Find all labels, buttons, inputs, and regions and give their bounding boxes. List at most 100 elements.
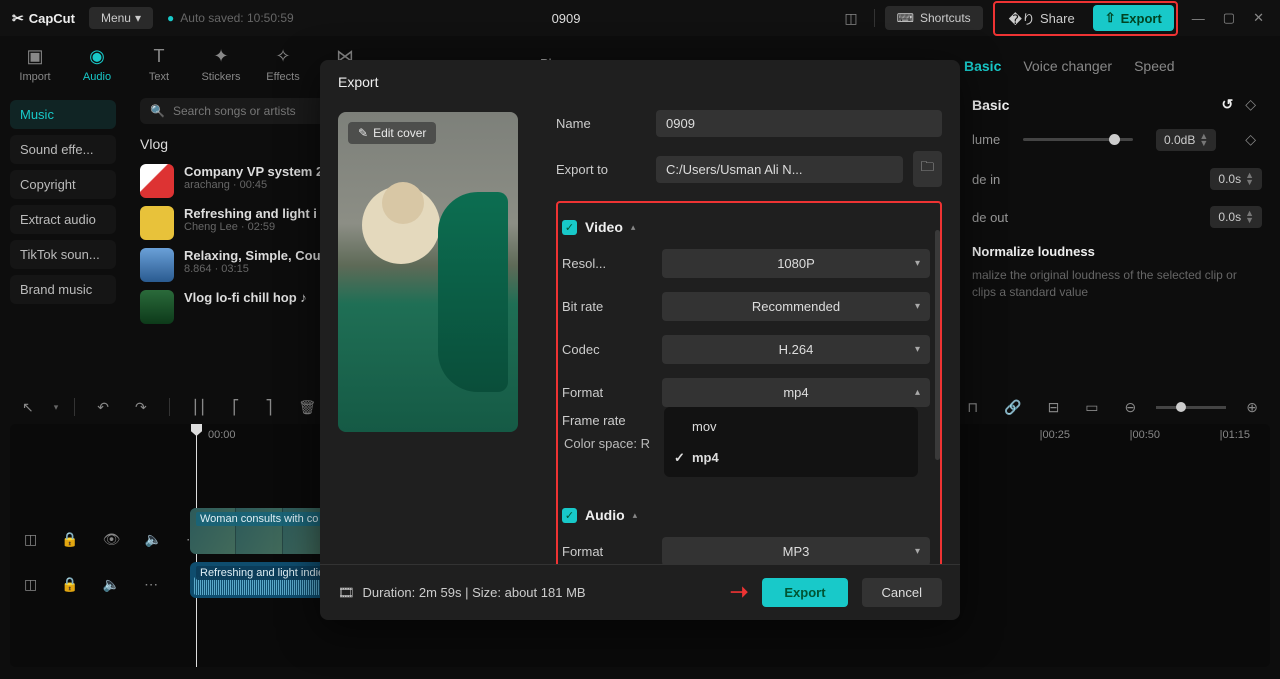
bitrate-select[interactable]: Recommended▾ <box>662 292 930 321</box>
preview-icon[interactable]: ▭ <box>1079 395 1104 420</box>
exportto-label: Export to <box>556 162 646 177</box>
redo-icon[interactable]: ↷ <box>129 395 153 420</box>
export-header-button[interactable]: ⇧Export <box>1093 5 1174 31</box>
film-icon: 🎞 <box>338 585 355 601</box>
tick: |00:25 <box>1040 429 1070 441</box>
volume-value[interactable]: 0.0dB▲▼ <box>1156 129 1216 151</box>
fadein-value[interactable]: 0.0s▲▼ <box>1210 168 1262 190</box>
audio-checkbox[interactable]: ✓ <box>562 508 577 523</box>
cancel-button[interactable]: Cancel <box>862 578 942 607</box>
format-option-mov[interactable]: mov <box>664 411 918 442</box>
app-logo: ✂CapCut <box>12 10 75 27</box>
audio-heading: Audio <box>585 507 625 523</box>
import-icon: ▣ <box>26 46 43 67</box>
minimize-icon[interactable]: — <box>1188 11 1209 26</box>
cover-preview: ✎Edit cover <box>338 112 518 432</box>
exportto-path: C:/Users/Usman Ali N... <box>656 156 903 183</box>
check-icon: ● <box>167 11 174 25</box>
tab-stickers[interactable]: ✦Stickers <box>194 42 248 83</box>
split-icon[interactable]: ⎮⎮ <box>186 395 213 420</box>
normalize-head: Normalize loudness <box>972 244 1262 259</box>
tab-import[interactable]: ▣Import <box>8 42 62 83</box>
tick: 00:00 <box>208 429 236 441</box>
inspector-tab-voice[interactable]: Voice changer <box>1023 58 1112 74</box>
shortcuts-button[interactable]: ⌨Shortcuts <box>885 6 983 30</box>
browse-folder-button[interactable]: 🗀 <box>913 151 942 187</box>
pointer-icon[interactable]: ↖ <box>16 395 40 420</box>
mute-icon[interactable]: 🔈 <box>97 572 126 597</box>
rail-tiktok-sounds[interactable]: TikTok soun... <box>10 240 116 269</box>
video-heading: Video <box>585 219 623 235</box>
delete-icon[interactable]: 🗑 <box>292 395 322 420</box>
track-thumb <box>140 206 174 240</box>
rail-extract-audio[interactable]: Extract audio <box>10 205 116 234</box>
upload-icon: ⇧ <box>1105 10 1116 26</box>
undo-icon[interactable]: ↶ <box>91 395 115 420</box>
fadeout-label: de out <box>972 210 1008 225</box>
trim-right-icon[interactable]: ⎤ <box>259 395 278 420</box>
keyframe-icon[interactable]: ◇ <box>1239 127 1262 152</box>
rail-copyright[interactable]: Copyright <box>10 170 116 199</box>
audio-format-select[interactable]: MP3▾ <box>662 537 930 564</box>
export-confirm-button[interactable]: Export <box>762 578 847 607</box>
rail-brand-music[interactable]: Brand music <box>10 275 116 304</box>
chevron-down-icon: ▾ <box>915 301 920 312</box>
mute-icon[interactable]: 🔈 <box>138 527 167 552</box>
audio-format-label: Format <box>562 544 652 559</box>
collapse-icon[interactable]: ▴ <box>633 510 638 521</box>
pencil-icon: ✎ <box>358 126 368 140</box>
close-icon[interactable]: ✕ <box>1249 10 1268 26</box>
clip-label: Woman consults with co <box>196 512 322 526</box>
video-checkbox[interactable]: ✓ <box>562 220 577 235</box>
tab-effects[interactable]: ✧Effects <box>256 42 310 83</box>
maximize-icon[interactable]: ▢ <box>1219 10 1239 26</box>
format-select[interactable]: mp4▴ <box>662 378 930 407</box>
name-input[interactable] <box>656 110 942 137</box>
eye-icon[interactable]: 👁 <box>97 527 127 552</box>
align-icon[interactable]: ⊟ <box>1042 395 1066 420</box>
menu-button[interactable]: Menu▾ <box>89 7 153 29</box>
format-option-mp4[interactable]: mp4 <box>664 442 918 473</box>
scrollbar[interactable] <box>935 230 940 460</box>
chevron-down-icon: ▾ <box>915 546 920 557</box>
share-button[interactable]: �りShare <box>997 4 1087 33</box>
project-title: 0909 <box>308 11 825 26</box>
chevron-down-icon: ▾ <box>915 258 920 269</box>
inspector-tab-basic[interactable]: Basic <box>964 58 1001 74</box>
tab-text[interactable]: TText <box>132 42 186 83</box>
collapse-icon[interactable]: ▴ <box>631 222 636 233</box>
inspector-tab-speed[interactable]: Speed <box>1134 58 1174 74</box>
magnet-icon[interactable]: ⊓ <box>961 395 984 420</box>
chevron-up-icon: ▴ <box>915 387 920 398</box>
rail-music[interactable]: Music <box>10 100 116 129</box>
lock-icon[interactable]: 🔒 <box>55 572 84 597</box>
fadeout-value[interactable]: 0.0s▲▼ <box>1210 206 1262 228</box>
trim-left-icon[interactable]: ⎡ <box>226 395 245 420</box>
tick: |00:50 <box>1130 429 1160 441</box>
autosave-status: ●Auto saved: 10:50:59 <box>167 11 294 25</box>
track-options-icon[interactable]: ◫ <box>18 572 43 597</box>
edit-cover-button[interactable]: ✎Edit cover <box>348 122 436 144</box>
more-icon[interactable]: ⋯ <box>138 572 164 597</box>
volume-label: lume <box>972 132 1000 147</box>
track-options-icon[interactable]: ◫ <box>18 527 43 552</box>
tab-audio[interactable]: ◉Audio <box>70 42 124 83</box>
diamond-icon[interactable]: ◇ <box>1239 92 1262 116</box>
audio-icon: ◉ <box>89 46 105 67</box>
rail-sound-effects[interactable]: Sound effe... <box>10 135 116 164</box>
resolution-select[interactable]: 1080P▾ <box>662 249 930 278</box>
zoom-in-icon[interactable]: ⊕ <box>1240 395 1264 420</box>
lock-icon[interactable]: 🔒 <box>55 527 84 552</box>
chevron-down-icon[interactable]: ▾ <box>54 402 59 413</box>
track-thumb <box>140 290 174 324</box>
codec-select[interactable]: H.264▾ <box>662 335 930 364</box>
fadein-label: de in <box>972 172 1000 187</box>
layout-icon[interactable]: ◫ <box>838 6 863 31</box>
link-icon[interactable]: 🔗 <box>998 395 1027 420</box>
zoom-out-icon[interactable]: ⊖ <box>1119 395 1143 420</box>
reset-icon[interactable]: ↺ <box>1215 92 1239 116</box>
track-thumb <box>140 164 174 198</box>
volume-slider[interactable] <box>1023 138 1133 141</box>
highlight-share-export: �りShare ⇧Export <box>993 1 1178 36</box>
zoom-slider[interactable] <box>1156 406 1226 409</box>
